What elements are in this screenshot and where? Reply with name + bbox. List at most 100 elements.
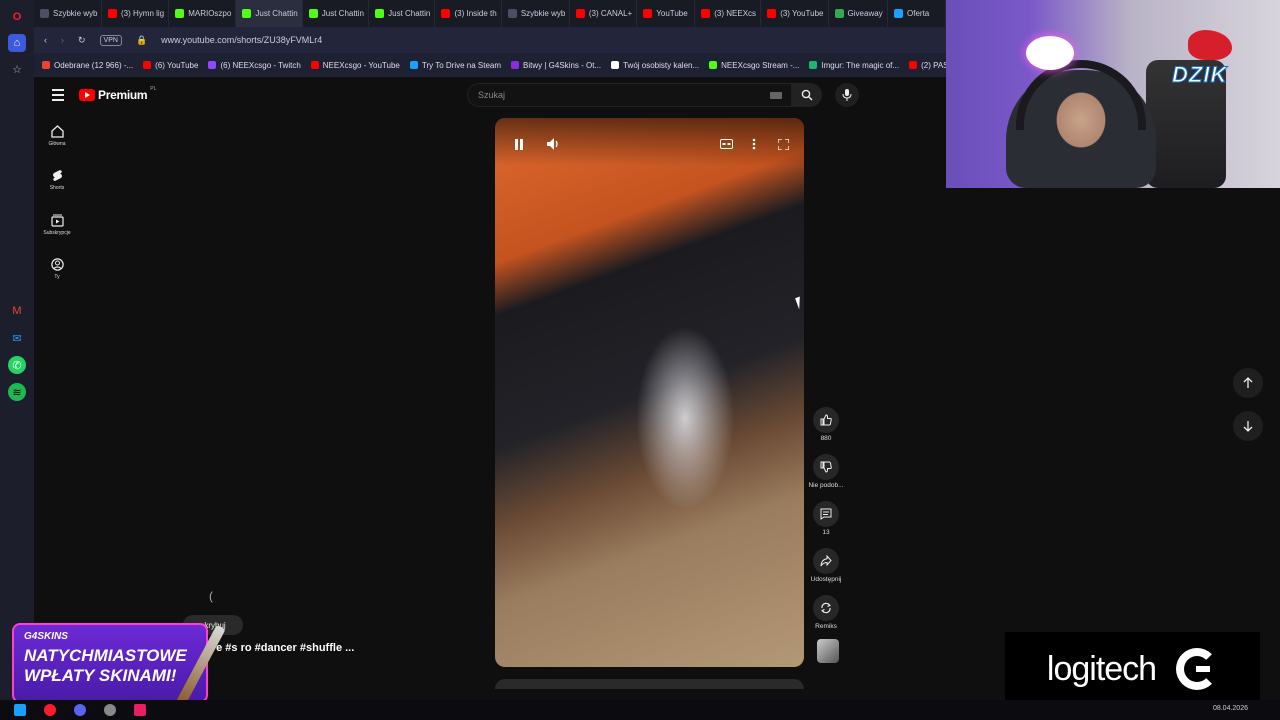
reload-icon[interactable]: ↻: [78, 35, 86, 46]
back-icon[interactable]: ‹: [44, 35, 47, 45]
vpn-badge[interactable]: VPN: [99, 34, 122, 46]
tab-favicon-icon: [894, 9, 904, 18]
browser-tab[interactable]: Szybkie wyb: [34, 0, 102, 27]
bookmark-item[interactable]: Try To Drive na Steam: [409, 61, 501, 70]
remix-button[interactable]: [813, 595, 839, 621]
youtube-logo[interactable]: Premium PL: [79, 86, 156, 102]
nav-you[interactable]: Ty: [38, 258, 76, 280]
nav-home[interactable]: Główna: [38, 125, 76, 147]
youtube-play-icon: [79, 89, 95, 101]
opera-taskbar-icon[interactable]: [44, 704, 56, 716]
remix-action[interactable]: Remiks: [810, 595, 842, 630]
like-count: 880: [820, 435, 832, 442]
shorts-video-player[interactable]: [495, 118, 804, 667]
tab-favicon-icon: [108, 9, 117, 18]
thumbs-up-icon: [820, 414, 832, 426]
browser-tab[interactable]: (3) YouTube: [761, 0, 829, 27]
tab-label: Just Chattin: [255, 9, 298, 18]
forward-icon[interactable]: ›: [61, 35, 64, 45]
bookmark-label: (6) YouTube: [155, 60, 199, 70]
discord-taskbar-icon[interactable]: [74, 704, 86, 716]
windows-taskbar: 08.04.2026: [0, 700, 1280, 720]
youtube-page: Premium PL Szukaj Główna Shorts Subskryp…: [34, 77, 946, 689]
app-taskbar-icon[interactable]: [104, 704, 116, 716]
browser-tab[interactable]: Just Chattin: [236, 0, 303, 27]
whatsapp-icon[interactable]: ✆: [8, 356, 26, 374]
dislike-action[interactable]: Nie podob...: [808, 454, 844, 489]
audio-thumbnail[interactable]: [817, 639, 839, 663]
tab-favicon-icon: [308, 9, 318, 18]
dislike-button[interactable]: [813, 454, 839, 480]
browser-tab[interactable]: Oferta: [888, 0, 946, 27]
browser-tab[interactable]: Szybkie wyb: [502, 0, 570, 27]
previous-short-button[interactable]: [1233, 368, 1263, 398]
share-button[interactable]: [813, 548, 839, 574]
gmail-icon[interactable]: M: [8, 302, 26, 320]
nav-subscriptions[interactable]: Subskrypcje: [38, 214, 76, 236]
share-label: Udostępnij: [810, 576, 842, 583]
home-icon[interactable]: ⌂: [8, 34, 26, 52]
like-button[interactable]: [813, 407, 839, 433]
url-field[interactable]: www.youtube.com/shorts/ZU38yFVMLr4: [161, 35, 322, 45]
voice-search-button[interactable]: [835, 83, 859, 107]
tab-label: Oferta: [907, 9, 930, 18]
promo-line-1: NATYCHMIASTOWE: [24, 646, 187, 665]
tab-label: Just Chattin: [321, 9, 365, 18]
search-placeholder: Szukaj: [478, 90, 506, 100]
menu-icon[interactable]: [52, 89, 64, 101]
dislike-label: Nie podob...: [808, 482, 844, 489]
like-action[interactable]: 880: [810, 407, 842, 442]
next-short-preview[interactable]: [495, 679, 804, 689]
bookmark-item[interactable]: Twój osobisty kalen...: [611, 61, 699, 70]
browser-tab[interactable]: Just Chattin: [369, 0, 436, 27]
bookmark-item[interactable]: Imgur: The magic of...: [809, 61, 899, 70]
windows-start-icon[interactable]: [14, 704, 26, 716]
obs-taskbar-icon[interactable]: [134, 704, 146, 716]
keyboard-icon[interactable]: [770, 92, 782, 99]
bookmark-item[interactable]: NEEXcsgo - YouTube: [310, 61, 400, 70]
browser-tab[interactable]: (3) Inside th: [435, 0, 502, 27]
comments-button[interactable]: [813, 501, 839, 527]
home-icon: [50, 125, 64, 138]
browser-tab[interactable]: Giveaway: [829, 0, 889, 27]
promo-brand: G4SKINS: [24, 631, 68, 642]
bookmark-favicon-icon: [143, 61, 152, 69]
tab-favicon-icon: [767, 9, 777, 18]
browser-tab[interactable]: (3) CANAL+: [570, 0, 638, 27]
fullscreen-icon[interactable]: [772, 133, 794, 155]
search-button[interactable]: [792, 83, 822, 107]
volume-icon[interactable]: [542, 133, 564, 155]
star-icon[interactable]: ☆: [8, 60, 26, 78]
bookmark-favicon-icon: [208, 61, 217, 69]
nav-shorts[interactable]: Shorts: [38, 169, 76, 191]
browser-tab[interactable]: MARIOszpo: [169, 0, 237, 27]
bookmark-item[interactable]: (2) PASH: [909, 61, 946, 70]
bookmark-item[interactable]: Bitwy | G4Skins - Ot...: [511, 61, 601, 70]
video-title[interactable]: ve #s ro #dancer #shuffle ...: [210, 642, 354, 654]
browser-tab[interactable]: (3) NEEXcs: [695, 0, 762, 27]
opera-logo-icon[interactable]: O: [8, 8, 26, 26]
bookmark-item[interactable]: (6) YouTube: [143, 61, 198, 70]
spotify-icon[interactable]: ≋: [8, 383, 26, 401]
tab-label: Just Chattin: [388, 9, 431, 18]
opera-sidebar: O ⌂ ☆ M ✉ ✆ ≋: [0, 0, 34, 720]
shorts-icon: [52, 170, 62, 181]
nav-shorts-label: Shorts: [49, 185, 65, 191]
comments-action[interactable]: 13: [810, 501, 842, 536]
pause-icon[interactable]: [508, 133, 530, 155]
bookmark-item[interactable]: (6) NEEXcsgo - Twitch: [208, 61, 301, 70]
next-short-button[interactable]: [1233, 411, 1263, 441]
bookmark-item[interactable]: NEEXcsgo Stream -...: [709, 61, 799, 70]
search-input[interactable]: Szukaj: [467, 83, 792, 107]
captions-icon[interactable]: [715, 133, 737, 155]
browser-tab[interactable]: YouTube: [637, 0, 696, 27]
browser-tab[interactable]: Just Chattin: [303, 0, 370, 27]
bookmark-item[interactable]: Odebrane (12 966) -...: [42, 61, 133, 70]
tab-favicon-icon: [701, 9, 711, 18]
browser-tab[interactable]: (3) Hymn lig: [102, 0, 170, 27]
remix-label: Remiks: [815, 623, 837, 630]
share-action[interactable]: Udostępnij: [810, 548, 842, 583]
tab-label: (3) Inside th: [454, 9, 497, 18]
more-options-icon[interactable]: [743, 133, 765, 155]
messenger-icon[interactable]: ✉: [8, 329, 26, 347]
